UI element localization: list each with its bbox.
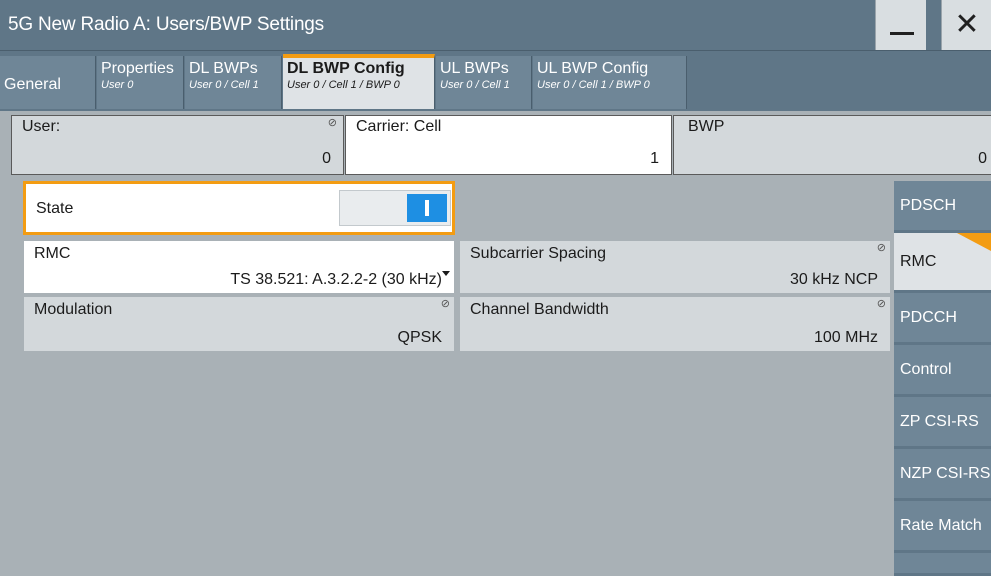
side-nav-label: Control [900, 360, 952, 378]
side-nav-label: NZP CSI-RS [900, 464, 991, 482]
tab-sublabel: User 0 / Cell 1 [440, 79, 510, 91]
tab-label: DL BWPs [189, 60, 258, 77]
close-icon: ✕ [954, 7, 980, 42]
bwp-label: BWP [688, 118, 725, 135]
tab-sublabel: User 0 / Cell 1 / BWP 0 [287, 79, 400, 91]
tab-label: General [4, 76, 61, 93]
dropdown-arrow-icon [442, 271, 450, 276]
readonly-icon: ⊘ [327, 117, 337, 129]
tab-label: UL BWP Config [537, 60, 649, 77]
bwp-value: 0 [978, 150, 987, 167]
tab-label: Properties [101, 60, 174, 77]
tab-properties[interactable]: Properties User 0 [97, 56, 184, 109]
settings-window: 5G New Radio A: Users/BWP Settings ✕ Gen… [0, 0, 991, 576]
tab-general[interactable]: General [0, 56, 96, 109]
modulation-value: QPSK [397, 329, 442, 346]
bwp-field: BWP 0 [673, 115, 991, 175]
side-nav-label: Rate Match [900, 516, 982, 534]
side-nav-zp-csi-rs[interactable]: ZP CSI-RS [894, 397, 991, 449]
channel-bandwidth-field: Channel Bandwidth ⊘ 100 MHz [460, 297, 890, 351]
side-nav-rmc[interactable]: RMC [894, 233, 991, 293]
tab-dl-bwps[interactable]: DL BWPs User 0 / Cell 1 [185, 56, 282, 109]
tab-ul-bwp-config[interactable]: UL BWP Config User 0 / Cell 1 / BWP 0 [533, 56, 687, 109]
modulation-field: Modulation ⊘ QPSK [24, 297, 454, 351]
user-value: 0 [322, 150, 331, 167]
toggle-on-icon [407, 194, 447, 222]
side-nav-label: PDSCH [900, 196, 957, 214]
modulation-label: Modulation [34, 301, 113, 318]
channel-bandwidth-label: Channel Bandwidth [470, 301, 609, 318]
side-nav-label: RMC [900, 252, 937, 270]
side-nav: PDSCH RMC PDCCH Control ZP CSI-RS NZP CS… [894, 181, 991, 576]
carrier-label: Carrier: Cell [356, 118, 442, 135]
minimize-icon [890, 32, 914, 35]
side-nav-more[interactable] [894, 553, 991, 576]
user-label: User: [22, 118, 61, 135]
carrier-value: 1 [650, 150, 659, 167]
side-nav-label: PDCCH [900, 308, 957, 326]
tab-label: DL BWP Config [287, 60, 405, 77]
tab-bar: General Properties User 0 DL BWPs User 0… [0, 51, 991, 111]
state-toggle[interactable] [339, 190, 451, 226]
tab-sublabel: User 0 [101, 79, 134, 91]
user-field: User: ⊘ 0 [11, 115, 344, 175]
tab-dl-bwp-config[interactable]: DL BWP Config User 0 / Cell 1 / BWP 0 [283, 54, 435, 109]
rmc-value: TS 38.521: A.3.2.2-2 (30 kHz) [230, 271, 442, 288]
rmc-dropdown[interactable]: RMC TS 38.521: A.3.2.2-2 (30 kHz) [24, 241, 454, 293]
tab-label: UL BWPs [440, 60, 509, 77]
tab-sublabel: User 0 / Cell 1 [189, 79, 259, 91]
side-nav-nzp-csi-rs[interactable]: NZP CSI-RS [894, 449, 991, 501]
subcarrier-spacing-value: 30 kHz NCP [789, 271, 878, 288]
subcarrier-spacing-field: Subcarrier Spacing ⊘ 30 kHz NCP [460, 241, 890, 293]
state-field: State [23, 181, 455, 235]
window-title: 5G New Radio A: Users/BWP Settings [8, 14, 324, 35]
side-nav-rate-match[interactable]: Rate Match [894, 501, 991, 553]
config-panel: State RMC TS 38.521: A.3.2.2-2 (30 kHz) … [14, 181, 891, 576]
side-nav-control[interactable]: Control [894, 345, 991, 397]
close-button[interactable]: ✕ [941, 0, 991, 50]
state-label: State [36, 200, 74, 217]
active-corner-icon [957, 233, 991, 251]
tab-ul-bwps[interactable]: UL BWPs User 0 / Cell 1 [436, 56, 532, 109]
side-nav-pdcch[interactable]: PDCCH [894, 293, 991, 345]
side-nav-pdsch[interactable]: PDSCH [894, 181, 991, 233]
channel-bandwidth-value: 100 MHz [813, 329, 878, 346]
subcarrier-spacing-label: Subcarrier Spacing [470, 245, 607, 262]
tab-sublabel: User 0 / Cell 1 / BWP 0 [537, 79, 650, 91]
readonly-icon: ⊘ [440, 298, 450, 310]
title-bar: 5G New Radio A: Users/BWP Settings ✕ [0, 0, 991, 51]
carrier-field[interactable]: Carrier: Cell 1 [345, 115, 672, 175]
minimize-button[interactable] [875, 0, 926, 50]
side-nav-label: ZP CSI-RS [900, 412, 979, 430]
rmc-label: RMC [34, 245, 71, 262]
readonly-icon: ⊘ [876, 298, 886, 310]
readonly-icon: ⊘ [876, 242, 886, 254]
